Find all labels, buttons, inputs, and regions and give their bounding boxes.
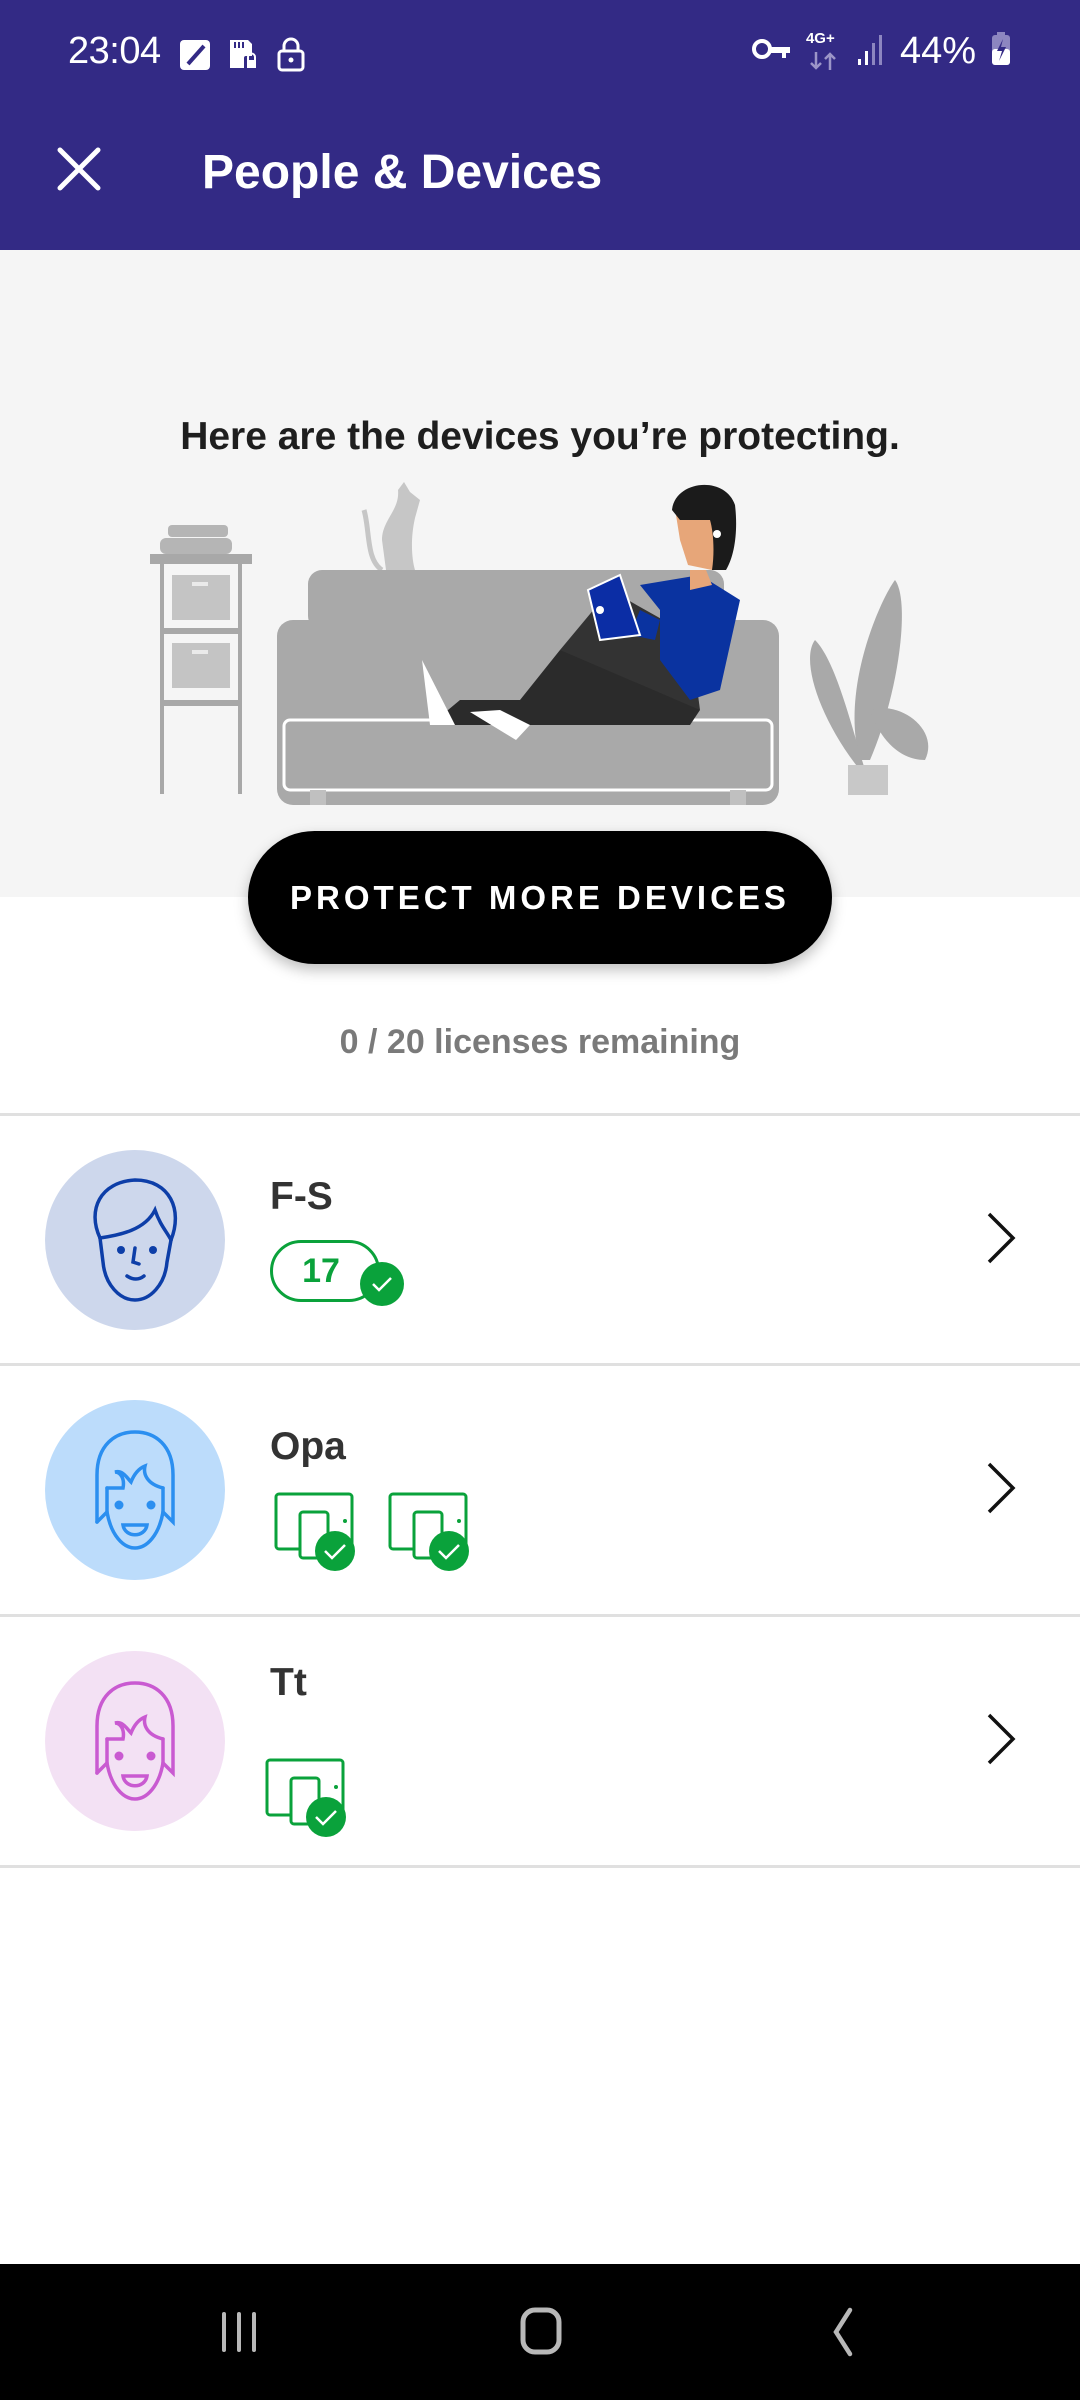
network-4g-plus-icon: 4G+ [805,29,842,72]
person-row-tt[interactable]: Tt [0,1616,1080,1865]
chevron-right-icon [987,1212,1016,1264]
recents-icon [222,2312,256,2352]
check-icon [360,1262,404,1306]
person-name: Tt [270,1661,307,1704]
close-icon [57,147,101,191]
protected-device-icon [388,1490,474,1572]
avatar [45,1651,225,1831]
hero-section: Here are the devices you’re protecting. [0,250,1080,897]
protected-device-icon [265,1756,351,1838]
plant [810,580,929,795]
lock-icon [274,36,308,72]
device-count-badge: 17 [268,1235,404,1306]
status-right-group: 4G+ 44% [751,29,1012,73]
network-label: 4G+ [805,29,835,47]
back-icon [833,2307,853,2357]
status-bar: 23:04 4G+ 44% [0,0,1080,110]
battery-charging-icon [990,31,1012,72]
chevron-right-icon [987,1462,1016,1514]
app-bar: 23:04 4G+ 44% People & Devices [0,0,1080,250]
device-summary: 17 [268,1235,404,1325]
person-name: Opa [270,1425,346,1468]
device-list [274,1490,474,1580]
device-list [265,1756,351,1846]
avatar [45,1150,225,1330]
close-button[interactable] [50,140,108,198]
person-name: F-S [270,1175,333,1218]
child-face-icon [95,1430,175,1550]
system-navigation-bar [0,2264,1080,2400]
sd-card-lock-icon [226,36,260,72]
protected-device-icon [274,1490,360,1572]
cat [382,482,420,570]
recents-button[interactable] [194,2294,284,2370]
edit-note-icon [178,36,212,72]
status-time: 23:04 [68,30,161,72]
person-row-opa[interactable]: Opa [0,1365,1080,1614]
child-face-icon [95,1681,175,1801]
chevron-right-icon [987,1713,1016,1765]
home-icon [520,2307,562,2355]
back-button[interactable] [798,2294,888,2370]
home-button[interactable] [496,2294,586,2370]
avatar [45,1400,225,1580]
adult-face-icon [93,1178,178,1302]
battery-percent: 44% [899,30,976,72]
vpn-key-icon [751,34,792,69]
person-row-f-s[interactable]: F-S 17 [0,1115,1080,1364]
licenses-remaining: 0 / 20 licenses remaining [339,1023,741,1061]
hero-heading: Here are the devices you’re protecting. [180,415,900,458]
page-title: People & Devices [202,146,603,199]
divider [0,1865,1080,1868]
side-table [150,525,252,794]
signal-icon [856,31,886,72]
protect-more-devices-button[interactable]: PROTECT MORE DEVICES [248,831,832,964]
